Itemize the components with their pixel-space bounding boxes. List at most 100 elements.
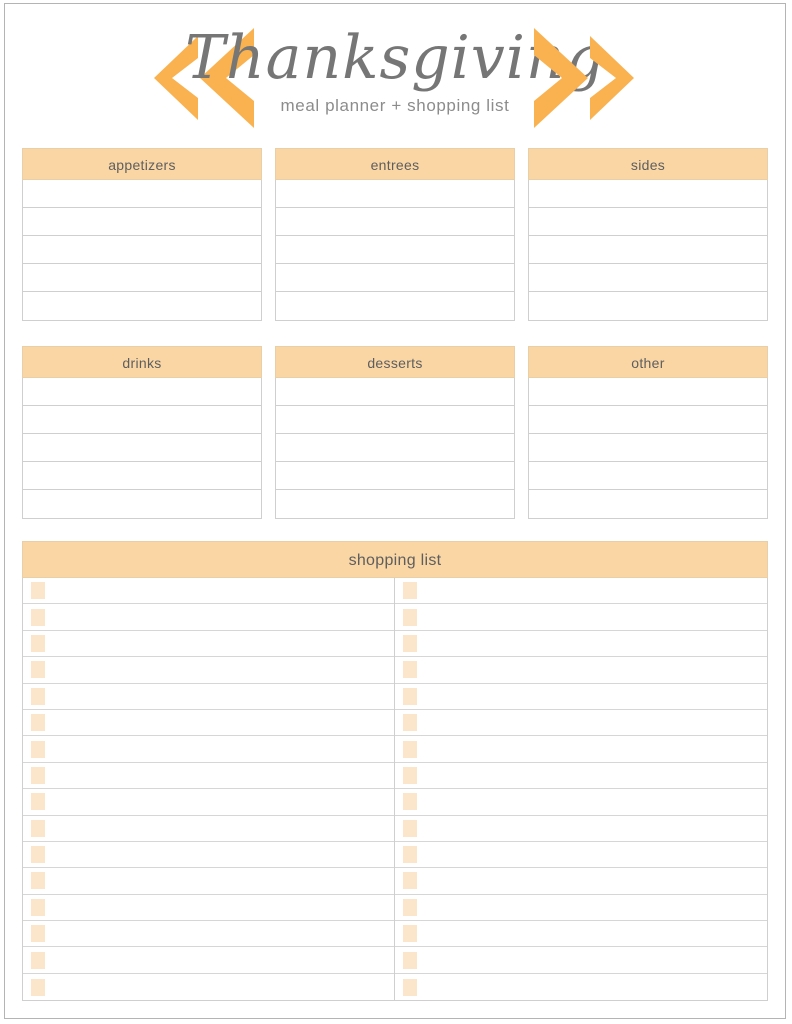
- write-in-line[interactable]: [276, 434, 514, 462]
- write-in-line[interactable]: [23, 236, 261, 264]
- shopping-list-row[interactable]: [395, 684, 767, 710]
- write-in-line[interactable]: [529, 264, 767, 292]
- shopping-list-row[interactable]: [23, 974, 394, 1000]
- category-header-appetizers: appetizers: [22, 148, 262, 180]
- checkbox-square-icon[interactable]: [403, 634, 417, 652]
- shopping-list-row[interactable]: [23, 842, 394, 869]
- shopping-list-row[interactable]: [395, 789, 767, 816]
- checkbox-square-icon[interactable]: [31, 951, 45, 969]
- write-in-line[interactable]: [23, 208, 261, 236]
- checkbox-square-icon[interactable]: [403, 978, 417, 996]
- shopping-list-row[interactable]: [23, 604, 394, 631]
- checkbox-square-icon[interactable]: [403, 582, 417, 600]
- shopping-list-row[interactable]: [23, 789, 394, 816]
- checkbox-square-icon[interactable]: [403, 925, 417, 943]
- shopping-list-row[interactable]: [395, 763, 767, 790]
- write-in-line[interactable]: [529, 208, 767, 236]
- write-in-line[interactable]: [276, 490, 514, 518]
- shopping-list-row[interactable]: [395, 947, 767, 974]
- write-in-line[interactable]: [276, 208, 514, 236]
- shopping-list-row[interactable]: [23, 684, 394, 710]
- checkbox-square-icon[interactable]: [403, 951, 417, 969]
- shopping-list-row[interactable]: [23, 657, 394, 684]
- write-in-line[interactable]: [529, 292, 767, 320]
- shopping-list-row[interactable]: [395, 736, 767, 763]
- checkbox-square-icon[interactable]: [31, 766, 45, 784]
- checkbox-square-icon[interactable]: [31, 978, 45, 996]
- checkbox-square-icon[interactable]: [403, 819, 417, 837]
- write-in-line[interactable]: [529, 462, 767, 490]
- checkbox-square-icon[interactable]: [403, 661, 417, 679]
- double-chevron-left-icon: [146, 28, 256, 128]
- write-in-line[interactable]: [23, 462, 261, 490]
- shopping-list-row[interactable]: [23, 947, 394, 974]
- checkbox-square-icon[interactable]: [31, 740, 45, 758]
- checkbox-square-icon[interactable]: [31, 714, 45, 732]
- shopping-list-row[interactable]: [23, 868, 394, 895]
- shopping-list-row[interactable]: [23, 895, 394, 922]
- checkbox-square-icon[interactable]: [31, 608, 45, 626]
- write-in-line[interactable]: [23, 180, 261, 208]
- write-in-line[interactable]: [529, 378, 767, 406]
- shopping-list-row[interactable]: [395, 921, 767, 948]
- write-in-line[interactable]: [529, 434, 767, 462]
- write-in-line[interactable]: [276, 378, 514, 406]
- title-block: Thanksgiving meal planner + shopping lis…: [5, 4, 785, 116]
- write-in-line[interactable]: [276, 236, 514, 264]
- checkbox-square-icon[interactable]: [403, 766, 417, 784]
- checkbox-square-icon[interactable]: [31, 819, 45, 837]
- checkbox-square-icon[interactable]: [403, 608, 417, 626]
- shopping-list-row[interactable]: [23, 578, 394, 605]
- shopping-list-row[interactable]: [395, 604, 767, 631]
- checkbox-square-icon[interactable]: [403, 872, 417, 890]
- write-in-line[interactable]: [529, 180, 767, 208]
- checkbox-square-icon[interactable]: [31, 846, 45, 864]
- write-in-line[interactable]: [529, 406, 767, 434]
- checkbox-square-icon[interactable]: [31, 582, 45, 600]
- checkbox-square-icon[interactable]: [31, 687, 45, 705]
- checkbox-square-icon[interactable]: [31, 661, 45, 679]
- checkbox-square-icon[interactable]: [403, 898, 417, 916]
- write-in-line[interactable]: [529, 490, 767, 518]
- shopping-list-row[interactable]: [23, 710, 394, 737]
- shopping-list-row[interactable]: [395, 868, 767, 895]
- shopping-list-row[interactable]: [395, 816, 767, 842]
- shopping-list-row[interactable]: [395, 657, 767, 684]
- write-in-line[interactable]: [276, 462, 514, 490]
- shopping-list-row[interactable]: [395, 631, 767, 658]
- checkbox-square-icon[interactable]: [31, 872, 45, 890]
- shopping-list-row[interactable]: [23, 763, 394, 790]
- checkbox-square-icon[interactable]: [403, 846, 417, 864]
- shopping-list-row[interactable]: [395, 895, 767, 922]
- write-in-line[interactable]: [23, 264, 261, 292]
- write-in-line[interactable]: [23, 434, 261, 462]
- shopping-list-row[interactable]: [23, 631, 394, 658]
- shopping-list-row[interactable]: [395, 578, 767, 605]
- write-in-line[interactable]: [276, 264, 514, 292]
- shopping-list-row[interactable]: [395, 710, 767, 737]
- write-in-line[interactable]: [23, 378, 261, 406]
- shopping-list-row[interactable]: [23, 736, 394, 763]
- write-in-line[interactable]: [23, 490, 261, 518]
- checkbox-square-icon[interactable]: [403, 740, 417, 758]
- category-lines-entrees: [275, 180, 515, 321]
- shopping-list-row[interactable]: [23, 921, 394, 948]
- checkbox-square-icon[interactable]: [403, 714, 417, 732]
- write-in-line[interactable]: [276, 406, 514, 434]
- checkbox-square-icon[interactable]: [403, 793, 417, 811]
- write-in-line[interactable]: [529, 236, 767, 264]
- write-in-line[interactable]: [23, 406, 261, 434]
- category-header-drinks: drinks: [22, 346, 262, 378]
- checkbox-square-icon[interactable]: [31, 898, 45, 916]
- checkbox-square-icon[interactable]: [403, 687, 417, 705]
- write-in-line[interactable]: [276, 292, 514, 320]
- category-lines-appetizers: [22, 180, 262, 321]
- checkbox-square-icon[interactable]: [31, 793, 45, 811]
- checkbox-square-icon[interactable]: [31, 634, 45, 652]
- shopping-list-row[interactable]: [23, 816, 394, 842]
- shopping-list-row[interactable]: [395, 842, 767, 869]
- checkbox-square-icon[interactable]: [31, 925, 45, 943]
- write-in-line[interactable]: [23, 292, 261, 320]
- shopping-list-row[interactable]: [395, 974, 767, 1000]
- write-in-line[interactable]: [276, 180, 514, 208]
